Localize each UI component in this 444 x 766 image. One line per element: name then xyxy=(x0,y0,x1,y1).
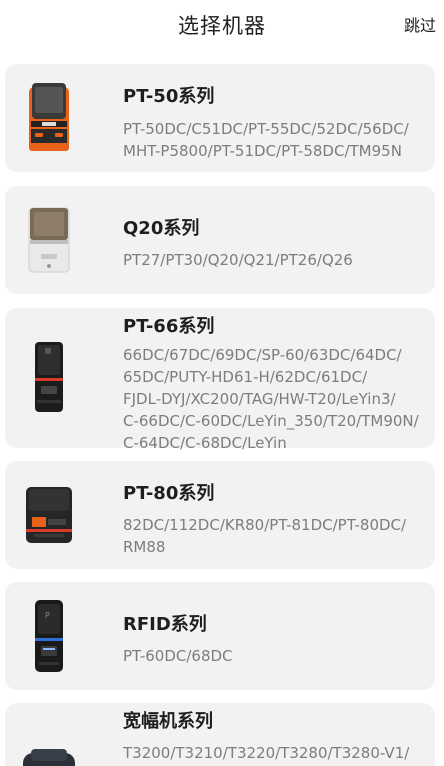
wide-format-printer-icon xyxy=(23,747,75,766)
printer-series-card-wide[interactable]: 宽幅机系列 T3200/T3210/T3220/T3280/T3280-V1/ xyxy=(5,703,435,766)
page: 选择机器 跳过 PT-50系列 PT-50DC/C51DC/PT-55DC/52… xyxy=(0,0,444,766)
series-name: PT-50系列 xyxy=(123,86,215,107)
page-title: 选择机器 xyxy=(178,14,266,38)
grey-label-printer-icon xyxy=(27,204,71,280)
receipt-printer-icon xyxy=(26,483,72,549)
series-models: PT-60DC/68DC xyxy=(123,647,233,665)
header: 选择机器 跳过 xyxy=(0,0,444,48)
series-models: T3200/T3210/T3220/T3280/T3280-V1/ xyxy=(123,744,410,762)
series-name: RFID系列 xyxy=(123,614,207,635)
printer-series-card-pt66[interactable]: PT-66系列 66DC/67DC/69DC/SP-60/63DC/64DC/ … xyxy=(5,308,435,452)
series-name: 宽幅机系列 xyxy=(123,711,213,732)
series-name: PT-80系列 xyxy=(123,483,215,504)
series-models: PT-50DC/C51DC/PT-55DC/52DC/56DC/ MHT-P58… xyxy=(123,120,409,160)
series-models: 82DC/112DC/KR80/PT-81DC/PT-80DC/ RM88 xyxy=(123,516,407,556)
svg-text:P: P xyxy=(45,611,50,620)
handheld-printer-icon xyxy=(27,340,71,418)
series-name: PT-66系列 xyxy=(123,316,215,337)
series-name: Q20系列 xyxy=(123,218,200,239)
series-models: 66DC/67DC/69DC/SP-60/63DC/64DC/ 65DC/PUT… xyxy=(123,346,419,452)
printer-series-card-pt80[interactable]: PT-80系列 82DC/112DC/KR80/PT-81DC/PT-80DC/… xyxy=(5,461,435,569)
printer-series-card-q20[interactable]: Q20系列 PT27/PT30/Q20/Q21/PT26/Q26 xyxy=(5,186,435,294)
printer-series-card-pt50[interactable]: PT-50系列 PT-50DC/C51DC/PT-55DC/52DC/56DC/… xyxy=(5,64,435,172)
printer-series-card-rfid[interactable]: P RFID系列 PT-60DC/68DC xyxy=(5,582,435,690)
skip-button[interactable]: 跳过 xyxy=(404,12,436,36)
orange-label-printer-icon xyxy=(27,81,71,159)
rfid-printer-icon: P xyxy=(27,598,71,678)
series-models: PT27/PT30/Q20/Q21/PT26/Q26 xyxy=(123,251,353,269)
